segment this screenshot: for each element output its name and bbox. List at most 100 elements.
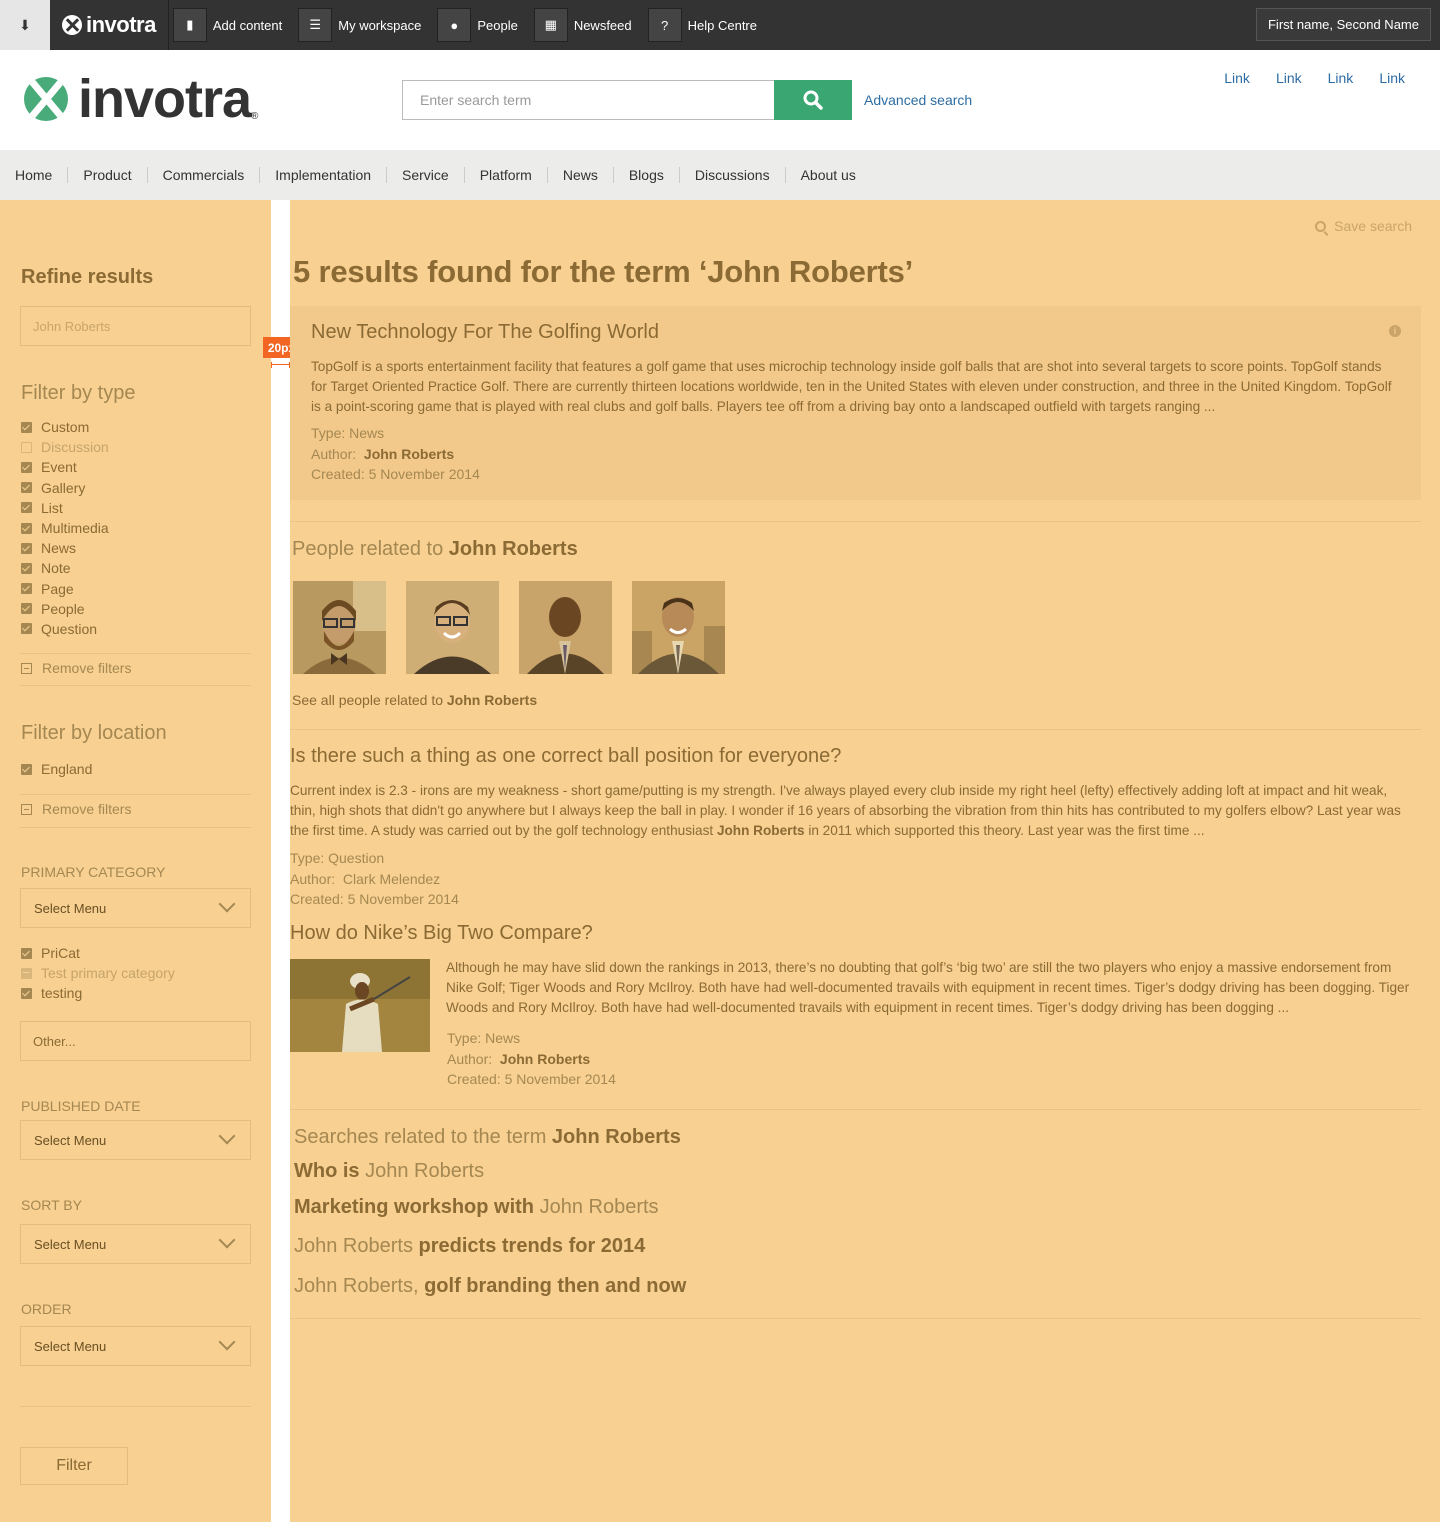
nav-item-discussions[interactable]: Discussions — [678, 167, 785, 183]
highlighted-term: John Roberts — [716, 823, 805, 838]
search-button[interactable] — [774, 80, 852, 120]
checkbox-checked-icon — [21, 542, 32, 554]
nav-item-product[interactable]: Product — [67, 167, 146, 183]
checkbox-checked-icon — [21, 763, 32, 775]
result-meta: Type: Question Author: Clark Melendez Cr… — [290, 848, 459, 910]
user-menu-button[interactable]: First name, Second Name — [1255, 8, 1431, 41]
person-avatar[interactable] — [519, 581, 612, 674]
author-link[interactable]: John Roberts — [364, 446, 454, 462]
related-search-link[interactable]: Who is John Roberts — [294, 1160, 484, 1183]
type-checkbox-custom[interactable]: Custom — [21, 417, 109, 437]
related-search-link[interactable]: John Roberts predicts trends for 2014 — [294, 1235, 645, 1258]
document-icon: ▮ — [172, 8, 207, 42]
checkbox-unchecked-icon — [21, 441, 32, 453]
related-search-link[interactable]: John Roberts, golf branding then and now — [294, 1275, 686, 1298]
nav-item-service[interactable]: Service — [386, 167, 464, 183]
type-checkbox-multimedia[interactable]: Multimedia — [21, 518, 109, 538]
checkbox-checked-icon — [21, 522, 32, 534]
published-date-label: PUBLISHED DATE — [21, 1098, 141, 1114]
person-avatar[interactable] — [406, 581, 499, 674]
published-date-select[interactable]: Select Menu — [20, 1120, 251, 1160]
result-created: Created: 5 November 2014 — [290, 891, 459, 907]
checkbox-checked-icon — [21, 603, 32, 615]
type-checkbox-list[interactable]: List — [21, 498, 109, 518]
remove-location-filters-link[interactable]: Remove filters — [21, 801, 131, 817]
person-avatar[interactable] — [632, 581, 725, 674]
result-title[interactable]: New Technology For The Golfing World — [311, 321, 659, 344]
category-checkbox-testing[interactable]: testing — [21, 983, 175, 1003]
header-links: Link Link Link Link — [1224, 70, 1405, 86]
location-filter-list: England — [21, 759, 92, 779]
nav-item-home[interactable]: Home — [0, 167, 67, 183]
my-workspace-button[interactable]: ☰ My workspace — [294, 0, 433, 50]
newsfeed-button[interactable]: ▦ Newsfeed — [530, 0, 644, 50]
main-navigation: Home Product Commercials Implementation … — [0, 150, 1440, 200]
order-select[interactable]: Select Menu — [20, 1326, 251, 1366]
author-link[interactable]: Clark Melendez — [343, 871, 440, 887]
advanced-search-link[interactable]: Advanced search — [864, 92, 972, 108]
result-card[interactable]: New Technology For The Golfing World i T… — [290, 306, 1421, 500]
type-checkbox-question[interactable]: Question — [21, 619, 109, 639]
result-author: Author: Clark Melendez — [290, 870, 441, 887]
nav-item-platform[interactable]: Platform — [463, 167, 547, 183]
search-results-panel: Save search 5 results found for the term… — [290, 200, 1440, 1522]
add-content-button[interactable]: ▮ Add content — [169, 0, 294, 50]
checkbox-checked-icon — [21, 421, 32, 433]
related-search-link[interactable]: Marketing workshop with John Roberts — [294, 1196, 659, 1219]
type-checkbox-discussion[interactable]: Discussion — [21, 437, 109, 457]
primary-category-label: PRIMARY CATEGORY — [21, 864, 166, 880]
sort-by-select[interactable]: Select Menu — [20, 1224, 251, 1264]
nav-item-commercials[interactable]: Commercials — [146, 167, 260, 183]
type-checkbox-note[interactable]: Note — [21, 558, 109, 578]
collapse-toggle-button[interactable]: ⬇ — [0, 0, 50, 50]
see-all-people-link[interactable]: See all people related to John Roberts — [292, 692, 537, 708]
category-checkbox-test-primary[interactable]: Test primary category — [21, 963, 175, 983]
chevron-down-icon — [218, 1333, 236, 1351]
result-author: Author: John Roberts — [311, 445, 455, 462]
type-checkbox-people[interactable]: People — [21, 599, 109, 619]
location-checkbox-england[interactable]: England — [21, 759, 92, 779]
other-category-input[interactable]: Other... — [20, 1021, 251, 1061]
type-checkbox-page[interactable]: Page — [21, 579, 109, 599]
result-title[interactable]: How do Nike’s Big Two Compare? — [290, 922, 593, 945]
chevron-down-icon — [218, 895, 236, 913]
person-photo-4 — [632, 581, 725, 674]
author-link[interactable]: John Roberts — [500, 1051, 590, 1067]
type-checkbox-gallery[interactable]: Gallery — [21, 478, 109, 498]
result-meta: Type: News Author: John Roberts Created:… — [311, 423, 480, 485]
nav-item-about-us[interactable]: About us — [784, 167, 871, 183]
remove-type-filters-link[interactable]: Remove filters — [21, 660, 131, 676]
divider — [20, 794, 251, 795]
primary-category-select[interactable]: Select Menu — [20, 888, 251, 928]
result-thumbnail[interactable] — [290, 959, 430, 1052]
header-link[interactable]: Link — [1276, 70, 1302, 86]
checkbox-checked-icon — [21, 623, 32, 635]
result-created: Created: 5 November 2014 — [447, 1071, 616, 1087]
help-centre-button[interactable]: ? Help Centre — [644, 0, 769, 50]
result-title[interactable]: Is there such a thing as one correct bal… — [290, 745, 841, 768]
header-link[interactable]: Link — [1328, 70, 1354, 86]
info-icon[interactable]: i — [1389, 325, 1401, 337]
type-checkbox-event[interactable]: Event — [21, 457, 109, 477]
nav-item-implementation[interactable]: Implementation — [259, 167, 386, 183]
search-input[interactable]: Enter search term — [402, 80, 775, 120]
toolbar-logo[interactable]: invotra — [50, 0, 169, 50]
checkbox-checked-icon — [21, 987, 32, 999]
save-search-button[interactable]: Save search — [1315, 218, 1412, 234]
nav-item-news[interactable]: News — [546, 167, 613, 183]
spacing-marker-line — [271, 362, 290, 368]
nav-item-blogs[interactable]: Blogs — [612, 167, 679, 183]
person-avatar[interactable] — [293, 581, 386, 674]
related-searches-heading: Searches related to the term John Robert… — [294, 1126, 681, 1148]
header-link[interactable]: Link — [1224, 70, 1250, 86]
filter-button[interactable]: Filter — [20, 1447, 128, 1485]
checkbox-checked-icon — [21, 482, 32, 494]
category-checkbox-pricat[interactable]: PriCat — [21, 943, 175, 963]
list-icon: ☰ — [298, 8, 333, 42]
site-logo[interactable]: invotra ® — [24, 72, 258, 126]
type-checkbox-news[interactable]: News — [21, 538, 109, 558]
refine-search-input[interactable]: John Roberts — [20, 306, 251, 346]
people-button[interactable]: ● People — [433, 0, 529, 50]
question-icon: ? — [647, 8, 682, 42]
header-link[interactable]: Link — [1379, 70, 1405, 86]
